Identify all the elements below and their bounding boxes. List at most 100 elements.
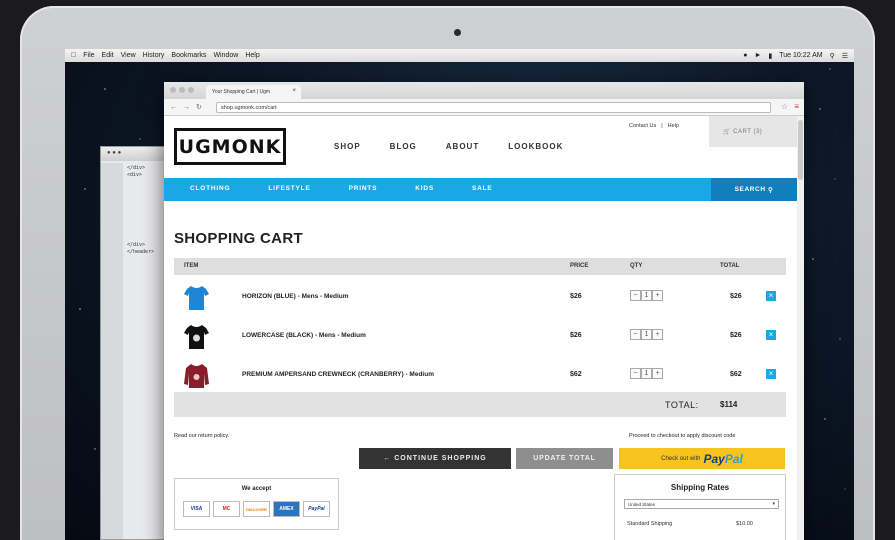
increment-button[interactable]: +: [652, 329, 663, 340]
quantity-input[interactable]: 1: [641, 329, 652, 340]
scrollbar-thumb[interactable]: [798, 120, 803, 180]
address-bar-row: ← → ↻ shop.ugmonk.com/cart ☆ ≡: [164, 99, 804, 116]
paypal-checkout-button[interactable]: Check out with PayPal: [619, 448, 785, 469]
page-scrollbar[interactable]: [797, 116, 804, 540]
amex-card-icon: AMEX: [273, 501, 300, 517]
header-price: PRICE: [570, 263, 589, 269]
url-input[interactable]: shop.ugmonk.com/cart: [216, 102, 771, 113]
browser-tab-strip: Your Shopping Cart | Ugm ×: [164, 82, 804, 99]
menu-history[interactable]: History: [143, 52, 165, 59]
zoom-window-icon[interactable]: [188, 87, 194, 93]
quantity-input[interactable]: 1: [641, 290, 652, 301]
contact-us-link[interactable]: Contact Us: [629, 123, 656, 129]
product-name[interactable]: PREMIUM AMPERSAND CREWNECK (CRANBERRY) -…: [242, 371, 434, 378]
product-price: $26: [570, 293, 582, 300]
menu-window[interactable]: Window: [213, 52, 238, 59]
paypal-card-icon: PayPal: [303, 501, 330, 517]
category-kids[interactable]: KIDS: [415, 185, 434, 192]
category-lifestyle[interactable]: LIFESTYLE: [268, 185, 310, 192]
nav-shop[interactable]: SHOP: [334, 142, 361, 151]
product-thumbnail-image[interactable]: [184, 323, 209, 350]
continue-shopping-button[interactable]: ← CONTINUE SHOPPING: [359, 448, 511, 469]
quantity-input[interactable]: 1: [641, 368, 652, 379]
accepted-payments-title: We accept: [241, 486, 272, 492]
wifi-icon[interactable]: ●: [743, 52, 747, 59]
product-name[interactable]: HORIZON (BLUE) - Mens - Medium: [242, 293, 349, 300]
category-sale[interactable]: SALE: [472, 185, 493, 192]
nav-blog[interactable]: BLOG: [390, 142, 417, 151]
menu-view[interactable]: View: [121, 52, 136, 59]
bookmark-star-icon[interactable]: ☆: [781, 102, 788, 111]
apple-icon[interactable]: : [71, 52, 76, 59]
mastercard-card-icon: MC: [213, 501, 240, 517]
nav-lookbook[interactable]: LOOKBOOK: [508, 142, 563, 151]
category-clothing[interactable]: CLOTHING: [190, 185, 230, 192]
header-item: ITEM: [184, 263, 199, 269]
minimize-window-icon[interactable]: [179, 87, 185, 93]
remove-item-button[interactable]: ×: [766, 330, 776, 340]
cart-table-header: ITEM PRICE QTY TOTAL: [174, 258, 786, 275]
decrement-button[interactable]: −: [630, 368, 641, 379]
decrement-button[interactable]: −: [630, 290, 641, 301]
product-thumbnail-image[interactable]: [184, 362, 209, 389]
cart-button[interactable]: 🛒 CART (3): [709, 116, 797, 147]
search-button[interactable]: SEARCH ⚲: [711, 178, 797, 201]
spotlight-search-icon[interactable]: ⚲: [830, 52, 835, 60]
quantity-stepper: − 1 +: [630, 368, 663, 379]
remove-item-button[interactable]: ×: [766, 291, 776, 301]
menubar-clock[interactable]: Tue 10:22 AM: [779, 52, 822, 59]
window-controls: [170, 87, 194, 93]
remove-item-button[interactable]: ×: [766, 369, 776, 379]
total-label: TOTAL:: [665, 400, 699, 410]
browser-tab-title: Your Shopping Cart | Ugm: [212, 89, 271, 95]
forward-icon[interactable]: →: [183, 104, 190, 111]
chevron-down-icon: ▾: [772, 501, 775, 507]
notification-icon[interactable]: ☰: [842, 52, 848, 60]
product-name[interactable]: LOWERCASE (BLACK) - Mens - Medium: [242, 332, 366, 339]
help-link[interactable]: Help: [668, 123, 679, 129]
decrement-button[interactable]: −: [630, 329, 641, 340]
category-prints[interactable]: PRINTS: [349, 185, 378, 192]
close-window-icon[interactable]: [170, 87, 176, 93]
tshirt-shape: [184, 286, 209, 310]
increment-button[interactable]: +: [652, 368, 663, 379]
main-nav: SHOP BLOG ABOUT LOOKBOOK: [334, 142, 563, 151]
volume-icon[interactable]: ►: [754, 52, 761, 59]
line-number-gutter: [101, 163, 123, 539]
shipping-rates-title: Shipping Rates: [670, 483, 730, 492]
country-select[interactable]: United States ▾: [624, 499, 779, 509]
return-policy-link[interactable]: Read our return policy.: [174, 433, 229, 439]
menu-help[interactable]: Help: [245, 52, 259, 59]
browser-menu-icon[interactable]: ≡: [794, 102, 799, 111]
tshirt-graphic: [193, 334, 200, 342]
line-total: $26: [730, 332, 742, 339]
page-title: SHOPPING CART: [174, 230, 303, 247]
increment-button[interactable]: +: [652, 290, 663, 301]
total-value: $114: [720, 400, 738, 409]
paypal-logo-pal: Pal: [724, 451, 743, 466]
header-utility-links: Contact Us | Help: [629, 123, 679, 129]
paypal-logo: PayPal: [703, 450, 742, 468]
nav-about[interactable]: ABOUT: [446, 142, 479, 151]
menu-file[interactable]: File: [83, 52, 94, 59]
menu-edit[interactable]: Edit: [102, 52, 114, 59]
browser-window: Your Shopping Cart | Ugm × ← → ↻ shop.ug…: [164, 82, 804, 540]
ugmonk-logo[interactable]: UGMONK: [174, 128, 286, 165]
country-select-value: United States: [628, 502, 656, 507]
browser-tab[interactable]: Your Shopping Cart | Ugm ×: [206, 85, 301, 99]
product-price: $26: [570, 332, 582, 339]
reload-icon[interactable]: ↻: [196, 103, 202, 111]
crewneck-graphic: [193, 374, 200, 380]
tab-close-icon[interactable]: ×: [292, 88, 296, 94]
battery-icon[interactable]: ▮: [768, 52, 772, 60]
header-qty: QTY: [630, 263, 643, 269]
menu-bookmarks[interactable]: Bookmarks: [171, 52, 206, 59]
table-row: LOWERCASE (BLACK) - Mens - Medium $26 − …: [174, 317, 786, 355]
update-total-button[interactable]: UPDATE TOTAL: [516, 448, 613, 469]
header-total: TOTAL: [720, 263, 740, 269]
back-icon[interactable]: ←: [170, 104, 177, 111]
paypal-logo-pay: Pay: [703, 451, 725, 466]
discount-note: Proceed to checkout to apply discount co…: [629, 433, 736, 439]
product-thumbnail-image[interactable]: [184, 284, 209, 311]
search-icon: ⚲: [768, 186, 774, 194]
